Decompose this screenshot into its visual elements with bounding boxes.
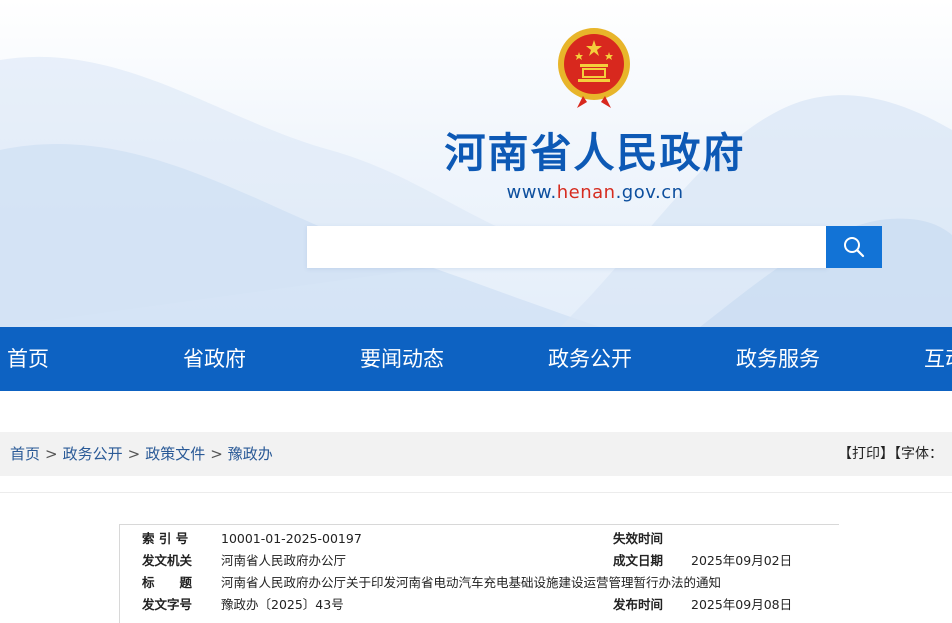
value-title: 河南省人民政府办公厅关于印发河南省电动汽车充电基础设施建设运营管理暂行办法的通知 xyxy=(221,575,722,590)
label-index-number: 索 引 号 xyxy=(142,531,189,546)
search-input[interactable] xyxy=(307,226,827,268)
label-written-date: 成文日期 xyxy=(613,553,664,568)
page-tools: 【打印】【字体： xyxy=(838,432,943,476)
search-button[interactable] xyxy=(826,226,882,268)
document-info-table: 索 引 号 10001-01-2025-00197 失效时间 发文机关 河南省人… xyxy=(119,524,839,623)
label-issuing-authority: 发文机关 xyxy=(142,553,193,568)
print-button[interactable]: 【打印】 xyxy=(838,446,894,462)
value-issuing-authority: 河南省人民政府办公厅 xyxy=(221,553,347,568)
breadcrumb-bar: 首页 > 政务公开 > 政策文件 > 豫政办 【打印】【字体： xyxy=(0,432,952,476)
breadcrumb: 首页 > 政务公开 > 政策文件 > 豫政办 xyxy=(10,432,273,476)
info-row: 发文字号 豫政办〔2025〕43号 发布时间 2025年09月08日 xyxy=(120,594,840,616)
label-expiry-date: 失效时间 xyxy=(613,531,664,546)
divider xyxy=(0,492,952,493)
site-url: www.henan.gov.cn xyxy=(480,182,710,203)
nav-item-government-affairs[interactable]: 政务公开 xyxy=(548,327,632,391)
label-publish-date: 发布时间 xyxy=(613,597,664,612)
search-icon xyxy=(844,237,865,258)
breadcrumb-separator: > xyxy=(45,445,58,463)
nav-item-news[interactable]: 要闻动态 xyxy=(360,327,444,391)
info-row: 发文机关 河南省人民政府办公厅 成文日期 2025年09月02日 xyxy=(120,550,840,572)
value-index-number: 10001-01-2025-00197 xyxy=(221,531,362,546)
value-written-date: 2025年09月02日 xyxy=(691,553,793,568)
value-publish-date: 2025年09月08日 xyxy=(691,597,793,612)
nav-item-home[interactable]: 首页 xyxy=(7,327,49,391)
main-nav: 首页 省政府 要闻动态 政务公开 政务服务 互动 xyxy=(0,327,952,391)
nav-item-government-services[interactable]: 政务服务 xyxy=(736,327,820,391)
nav-item-interaction[interactable]: 互动 xyxy=(924,327,952,391)
info-row: 索 引 号 10001-01-2025-00197 失效时间 xyxy=(120,528,840,550)
url-highlight: henan xyxy=(556,182,616,203)
nav-item-provincial-government[interactable]: 省政府 xyxy=(183,327,246,391)
label-title: 标 题 xyxy=(142,575,193,590)
breadcrumb-government-affairs[interactable]: 政务公开 xyxy=(63,445,123,463)
breadcrumb-home[interactable]: 首页 xyxy=(10,445,40,463)
site-title: 河南省人民政府 xyxy=(444,129,746,177)
national-emblem xyxy=(553,26,635,110)
breadcrumb-policy-documents[interactable]: 政策文件 xyxy=(145,445,205,463)
label-document-number: 发文字号 xyxy=(142,597,193,612)
font-size-control[interactable]: 【字体： xyxy=(894,446,943,462)
site-header: 河南省人民政府 www.henan.gov.cn xyxy=(0,0,952,327)
url-suffix: .gov.cn xyxy=(615,182,684,203)
value-document-number: 豫政办〔2025〕43号 xyxy=(221,597,344,612)
breadcrumb-separator: > xyxy=(210,445,223,463)
breadcrumb-yu-zheng-ban[interactable]: 豫政办 xyxy=(228,445,273,463)
breadcrumb-separator: > xyxy=(127,445,141,463)
url-prefix: www. xyxy=(506,182,557,203)
info-row: 标 题 河南省人民政府办公厅关于印发河南省电动汽车充电基础设施建设运营管理暂行办… xyxy=(120,572,840,594)
